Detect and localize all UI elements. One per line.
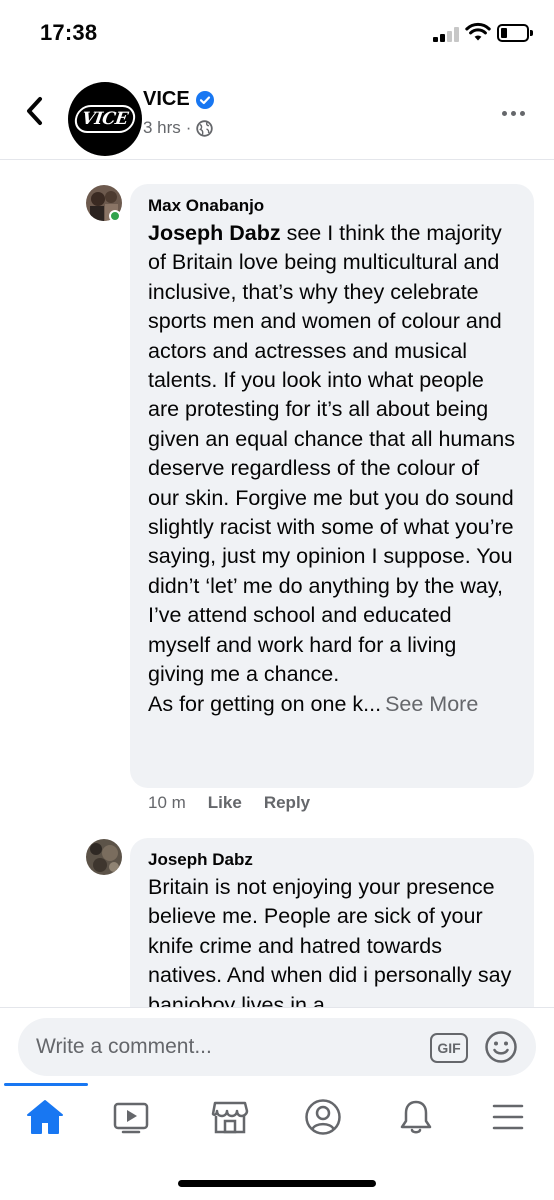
- notifications-icon: [400, 1100, 432, 1134]
- comment-text: Joseph Dabz see I think the majority of …: [148, 219, 516, 719]
- battery-icon: [497, 24, 533, 42]
- vice-logo: VICE: [73, 105, 137, 133]
- comment-composer: GIF: [18, 1018, 536, 1076]
- status-time: 17:38: [40, 20, 98, 45]
- tab-profile[interactable]: [301, 1095, 345, 1139]
- gif-button[interactable]: GIF: [430, 1033, 468, 1063]
- menu-icon: [492, 1104, 524, 1130]
- comment-input[interactable]: [36, 1018, 416, 1076]
- page-name[interactable]: VICE: [143, 88, 190, 111]
- comment-composer-bar: GIF: [0, 1007, 554, 1083]
- tab-marketplace[interactable]: [208, 1095, 252, 1139]
- more-options-button[interactable]: [502, 108, 532, 118]
- active-tab-indicator: [4, 1083, 88, 1086]
- post-timestamp[interactable]: 3 hrs: [143, 118, 181, 138]
- tab-menu[interactable]: [486, 1095, 530, 1139]
- comment-actions: 10 m Like Reply: [148, 793, 310, 813]
- commenter-avatar[interactable]: [86, 839, 122, 875]
- home-icon: [27, 1100, 63, 1134]
- tab-watch[interactable]: [109, 1095, 153, 1139]
- home-indicator: [178, 1180, 376, 1187]
- page-name-row: VICE: [143, 88, 214, 111]
- comment-time: 10 m: [148, 793, 186, 812]
- wifi-icon: [465, 22, 491, 41]
- verified-badge-icon: [195, 90, 214, 109]
- mention-tag[interactable]: Joseph Dabz: [148, 221, 281, 245]
- tab-home[interactable]: [23, 1095, 67, 1139]
- like-button[interactable]: Like: [208, 793, 242, 813]
- profile-icon: [305, 1099, 341, 1135]
- online-status-indicator: [109, 210, 121, 222]
- see-more-link[interactable]: See More: [385, 692, 478, 716]
- post-header: VICE VICE 3 hrs ·: [0, 66, 554, 160]
- cellular-signal-icon: [433, 26, 461, 42]
- comment-bubble[interactable]: Max Onabanjo Joseph Dabz see I think the…: [130, 184, 534, 788]
- more-options-icon: [502, 110, 507, 116]
- comment-text: Britain is not enjoying your presence be…: [148, 875, 512, 1007]
- reply-button[interactable]: Reply: [264, 793, 310, 813]
- post-meta: 3 hrs ·: [143, 118, 214, 138]
- watch-icon: [113, 1102, 149, 1134]
- globe-icon: [196, 119, 214, 137]
- smiley-icon[interactable]: [484, 1030, 518, 1064]
- back-button[interactable]: [18, 94, 52, 128]
- meta-separator: ·: [185, 118, 192, 137]
- comment-author[interactable]: Joseph Dabz: [148, 850, 516, 870]
- comment-bubble[interactable]: Joseph Dabz Britain is not enjoying your…: [130, 838, 534, 1007]
- comment-body: see I think the majority of Britain love…: [148, 221, 515, 687]
- marketplace-icon: [211, 1101, 249, 1134]
- comments-list: Max Onabanjo Joseph Dabz see I think the…: [0, 161, 554, 1007]
- bottom-tab-bar: [0, 1083, 554, 1153]
- tab-notifications[interactable]: [394, 1095, 438, 1139]
- page-avatar[interactable]: VICE: [68, 82, 142, 156]
- comment-body-continued: As for getting on one k...: [148, 691, 382, 716]
- status-bar: 17:38: [0, 0, 554, 66]
- comment-author[interactable]: Max Onabanjo: [148, 196, 516, 216]
- back-arrow-icon: [27, 97, 42, 125]
